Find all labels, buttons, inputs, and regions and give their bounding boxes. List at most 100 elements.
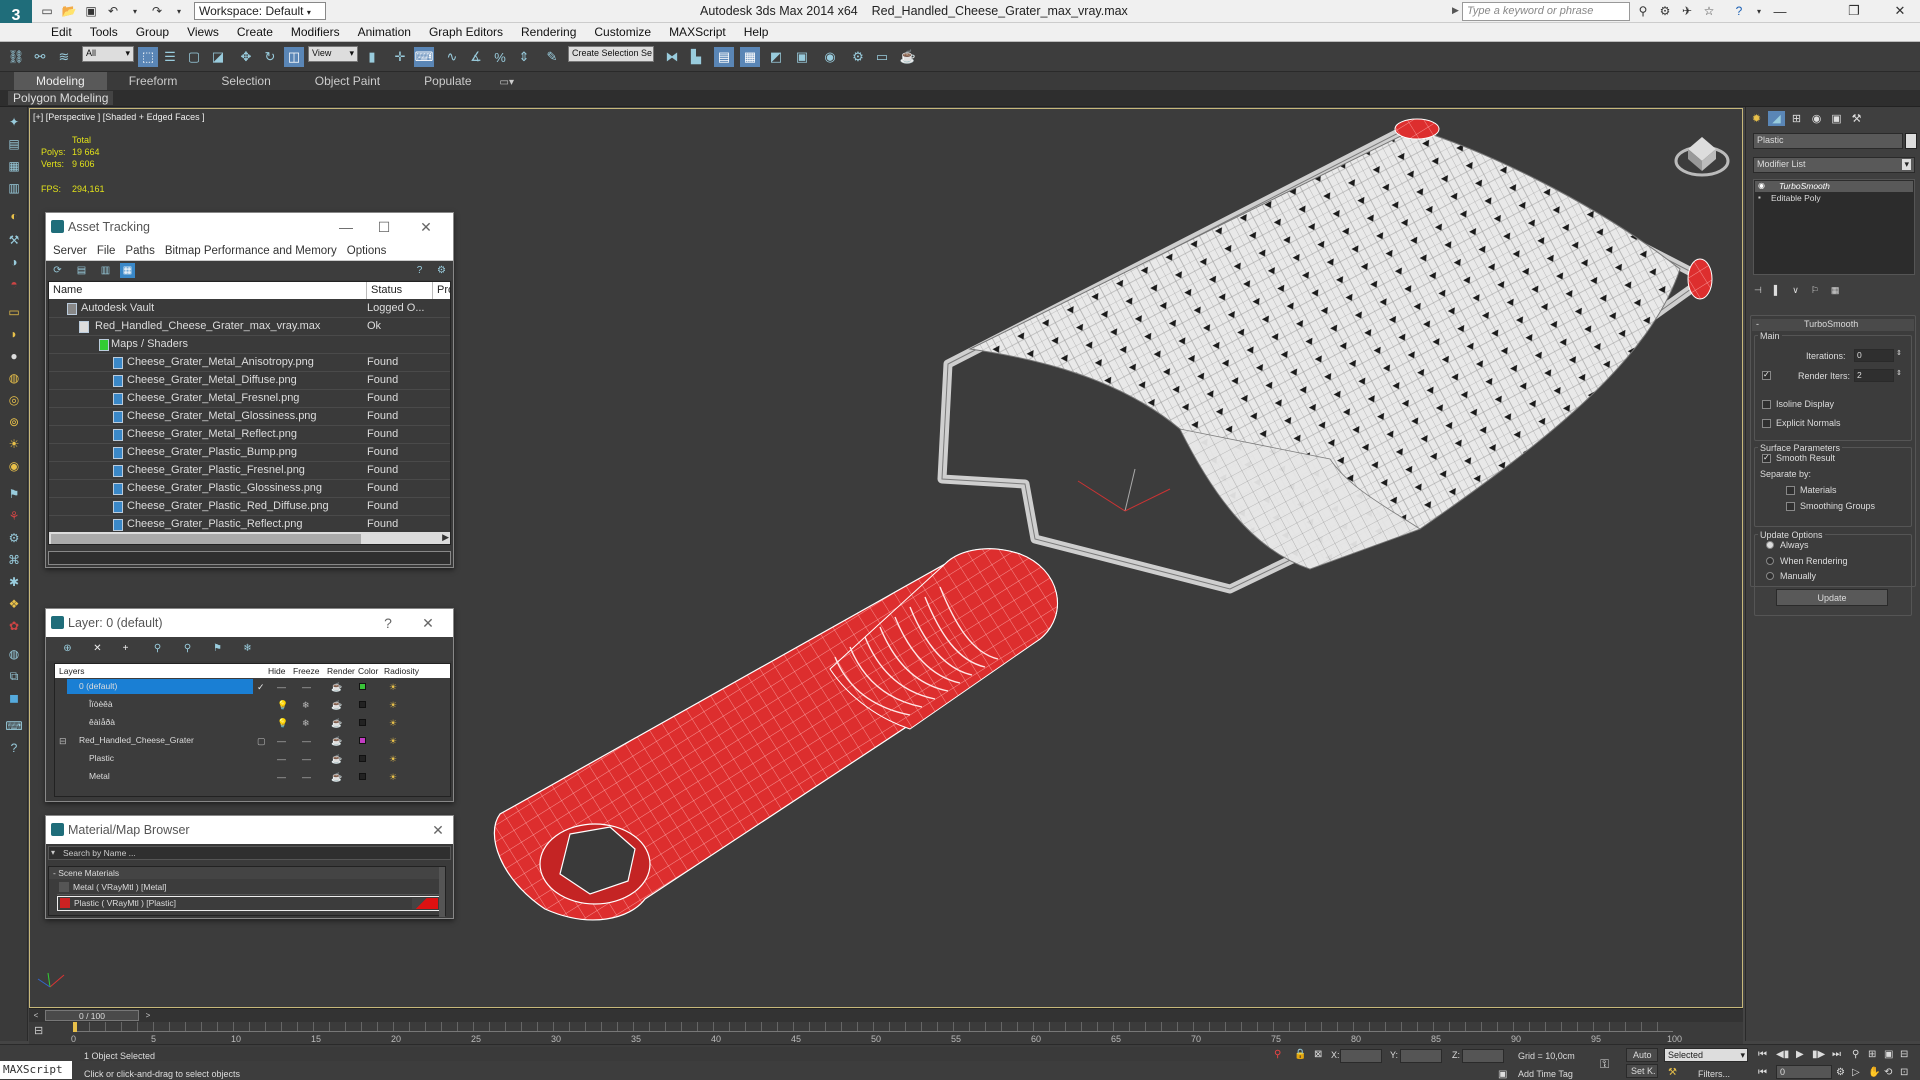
freeze-all-layers-icon[interactable]: ❄ (240, 641, 255, 656)
hierarchy-icon[interactable]: ▦ (4, 157, 24, 175)
table-row[interactable]: Autodesk Vault Logged O... (49, 300, 450, 318)
hide-toggle[interactable]: — (277, 682, 286, 692)
select-and-rotate-icon[interactable]: ↻ (260, 47, 280, 67)
favorites-star-icon[interactable]: ☆ (1700, 2, 1718, 20)
modify-panel-icon[interactable]: ▤ (4, 135, 24, 153)
select-and-move-icon[interactable]: ✥ (236, 47, 256, 67)
create-tab-icon[interactable]: ✹ (1748, 111, 1765, 126)
hierarchy-tab-icon[interactable]: ⊞ (1788, 111, 1805, 126)
render-iters-spinner[interactable]: 2 (1854, 369, 1894, 382)
set-key-icon[interactable]: ⚿ (1600, 1057, 1609, 1072)
materials-checkbox[interactable] (1786, 486, 1795, 495)
align-icon[interactable]: ▙ (686, 47, 706, 67)
layer-row-default[interactable]: 0 (default) ✓ — — ☕ ☀ (55, 678, 450, 696)
col-pro-header[interactable]: Pro (433, 282, 450, 299)
menu-tools[interactable]: Tools (81, 25, 127, 39)
curve-editor-icon[interactable]: ◩ (766, 47, 786, 67)
hide-toggle[interactable]: — (277, 754, 286, 764)
helpers-icon[interactable]: ◓ (4, 275, 24, 293)
snaps-toggle-icon[interactable]: ∿ (442, 47, 462, 67)
viewcube[interactable] (1674, 137, 1730, 177)
help-icon[interactable]: ? (1730, 2, 1748, 20)
cameras-icon[interactable]: ◑ (4, 253, 24, 271)
menu-customize[interactable]: Customize (585, 25, 660, 39)
select-objects-in-layer-icon[interactable]: ⚲ (150, 641, 165, 656)
layer-row[interactable]: Plastic — — ☕ ☀ (55, 750, 450, 768)
smoothing-groups-checkbox[interactable] (1786, 502, 1795, 511)
key-filter-dropdown[interactable]: Selected ▾ (1664, 1048, 1748, 1062)
when-rendering-radio[interactable] (1766, 557, 1774, 565)
list-item[interactable]: Metal ( VRayMtl ) [Metal] (57, 881, 441, 895)
turbosmooth-rollout-header[interactable]: - TurboSmooth (1752, 319, 1914, 331)
col-freeze-header[interactable]: Freeze (293, 666, 319, 676)
radiosity-icon[interactable]: ☀ (389, 772, 397, 783)
render-setup-icon[interactable]: ⚙ (848, 47, 868, 67)
table-row[interactable]: Cheese_Grater_Metal_Fresnel.png Found (49, 390, 450, 408)
material-scrollbar[interactable] (439, 867, 445, 917)
explicit-normals-checkbox[interactable] (1762, 419, 1771, 428)
command-help-icon[interactable]: ? (4, 739, 24, 757)
field-of-view-icon[interactable]: ▷ (1852, 1067, 1860, 1078)
radiosity-icon[interactable]: ☀ (389, 718, 397, 729)
freeze-toggle[interactable]: — (302, 772, 311, 782)
angle-snap-icon[interactable]: ∡ (466, 47, 486, 67)
motion-icon[interactable]: ▥ (4, 179, 24, 197)
radiosity-icon[interactable]: ☀ (389, 700, 397, 711)
play-icon[interactable]: ▶ (1796, 1049, 1804, 1060)
pan-view-icon[interactable]: ✋ (1868, 1067, 1880, 1078)
settings-icon[interactable]: ⚙ (434, 263, 449, 278)
tab-selection[interactable]: Selection (199, 72, 292, 90)
schematic-view-icon[interactable]: ▣ (792, 47, 812, 67)
compound-icon[interactable]: ❖ (4, 595, 24, 613)
edit-named-selection-icon[interactable]: ✎ (542, 47, 562, 67)
menu-maxscript[interactable]: MAXScript (660, 25, 735, 39)
make-unique-icon[interactable]: ∨ (1792, 285, 1799, 296)
layer-color-swatch[interactable] (359, 755, 366, 762)
maximize-viewport-icon[interactable]: ⊡ (1900, 1067, 1908, 1078)
list-item-selected[interactable]: Plastic ( VRayMtl ) [Plastic] (57, 896, 441, 911)
menu-options[interactable]: Options (342, 245, 392, 257)
redo-icon[interactable]: ↷ (148, 2, 166, 20)
key-filters-button[interactable]: Filters... (1698, 1069, 1730, 1079)
material-editor-icon[interactable]: ◉ (820, 47, 840, 67)
layer-titlebar[interactable]: Layer: 0 (default) ? ✕ (46, 609, 453, 637)
layer-row[interactable]: Îïòèêà 💡 ❄ ☕ ☀ (55, 696, 450, 714)
display-icon[interactable]: ◐ (4, 207, 24, 225)
minimize-icon[interactable]: — (334, 217, 358, 237)
z-coordinate-field[interactable] (1462, 1049, 1504, 1063)
mirror-icon[interactable]: ⧓ (662, 47, 682, 67)
radiosity-icon[interactable]: ☀ (389, 736, 397, 747)
spinner-snap-icon[interactable]: ⇕ (514, 47, 534, 67)
list-view-icon[interactable]: ▤ (74, 263, 89, 278)
named-selection-dropdown[interactable]: Create Selection Se (568, 46, 654, 62)
previous-frame-icon[interactable]: ◀▮ (1776, 1049, 1789, 1060)
material-browser-titlebar[interactable]: Material/Map Browser ✕ (46, 816, 453, 844)
iterations-spin-icon[interactable]: ⇕ (1896, 349, 1902, 357)
menu-modifiers[interactable]: Modifiers (282, 25, 349, 39)
key-mode-toggle-icon[interactable]: ⏮ (1758, 1067, 1767, 1078)
modifier-on-icon[interactable]: ◉ (1758, 181, 1765, 190)
table-row[interactable]: Red_Handled_Cheese_Grater_max_vray.max O… (49, 318, 450, 336)
go-to-start-icon[interactable]: ⏮ (1758, 1049, 1767, 1060)
col-status-header[interactable]: Status (367, 282, 433, 299)
layer-explorer-icon[interactable]: ▤ (714, 47, 734, 67)
select-and-scale-icon[interactable]: ◫ (284, 47, 304, 67)
render-toggle-icon[interactable]: ☕ (331, 700, 342, 711)
manually-radio[interactable] (1766, 572, 1774, 580)
close-window-button[interactable]: ✕ (1880, 0, 1920, 22)
maximize-button[interactable]: ❐ (1834, 0, 1874, 22)
auto-key-button[interactable]: Auto (1626, 1048, 1658, 1062)
open-file-icon[interactable]: 📂 (60, 2, 78, 20)
undo-dropdown-icon[interactable]: ▾ (126, 2, 144, 20)
create-panel-icon[interactable]: ✦ (4, 113, 24, 131)
torus-icon[interactable]: ☀ (4, 435, 24, 453)
render-iters-spin-icon[interactable]: ⇕ (1896, 369, 1902, 377)
radiosity-icon[interactable]: ☀ (389, 754, 397, 765)
render-iters-checkbox[interactable]: ✓ (1762, 370, 1771, 380)
viewport-layout-icon[interactable]: ◼ (4, 689, 24, 707)
table-view-icon[interactable]: ▦ (120, 263, 135, 278)
table-row[interactable]: Cheese_Grater_Metal_Reflect.png Found (49, 426, 450, 444)
communication-icon[interactable]: ✈ (1678, 2, 1696, 20)
select-object-icon[interactable]: ⬚ (138, 47, 158, 67)
key-mode-icon[interactable]: ⚒ (1668, 1067, 1677, 1078)
